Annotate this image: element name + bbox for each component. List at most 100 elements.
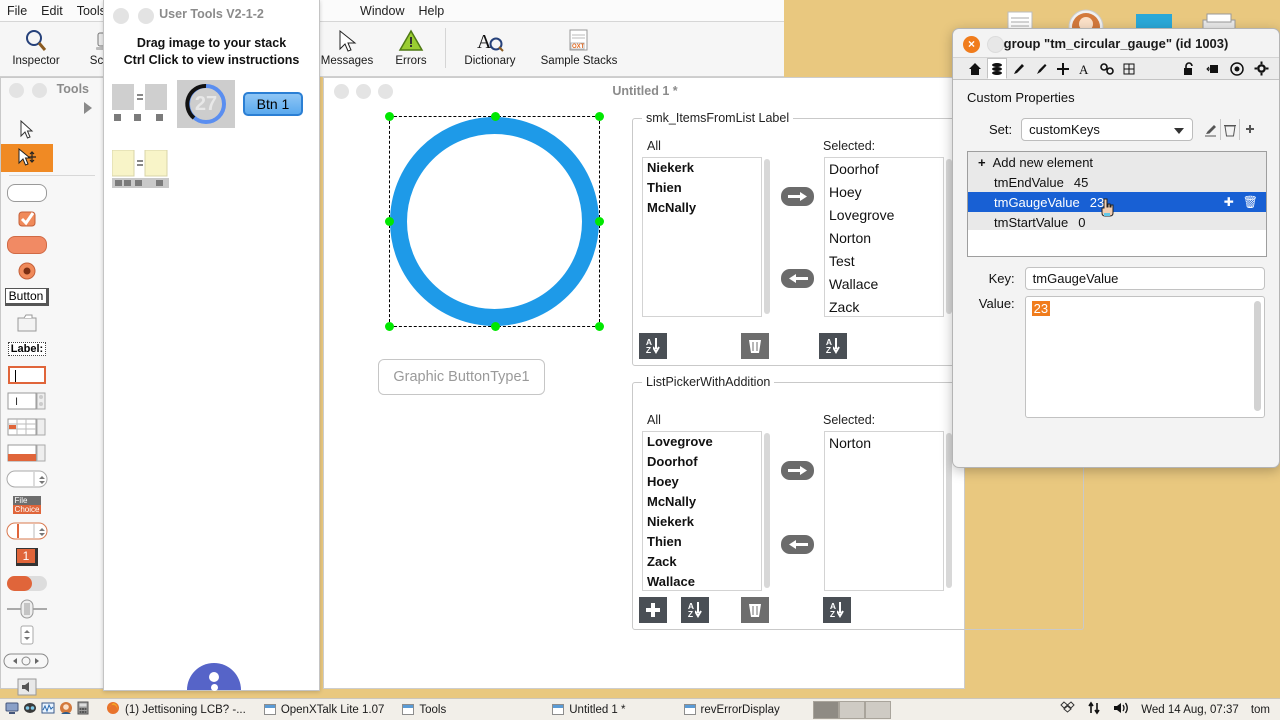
tab-home[interactable]	[965, 58, 985, 79]
volume-icon[interactable]	[1113, 701, 1129, 718]
user-tools-btn1[interactable]: Btn 1	[243, 92, 303, 116]
group1-move-left-button[interactable]	[781, 269, 814, 288]
camera-icon[interactable]	[23, 701, 37, 718]
group2-all-list[interactable]: Lovegrove Doorhof Hoey McNally Niekerk T…	[642, 431, 762, 591]
tool-pointer[interactable]	[1, 116, 53, 144]
tool-progress-field[interactable]	[1, 440, 53, 466]
taskbar-task-reverrordisplay[interactable]: revErrorDisplay	[675, 699, 789, 720]
tool-button[interactable]: Button	[1, 284, 53, 310]
tools-palette-dots[interactable]	[9, 83, 47, 98]
network-icon[interactable]	[1087, 701, 1101, 718]
tool-label[interactable]: Label:	[1, 336, 53, 362]
tool-edit-pointer[interactable]	[1, 144, 53, 172]
list-item[interactable]: Lovegrove	[825, 204, 943, 227]
group2-delete-button[interactable]	[741, 597, 769, 623]
tab-brush[interactable]	[1031, 58, 1051, 79]
group2-sort-left-button[interactable]: AZ	[681, 597, 709, 623]
group1-delete-button[interactable]	[741, 333, 769, 359]
tab-unlock[interactable]	[1179, 58, 1199, 79]
tab-move[interactable]	[1053, 58, 1073, 79]
group2-add-button[interactable]	[639, 597, 667, 623]
list-item[interactable]: Doorhof	[643, 452, 761, 472]
tool-player[interactable]	[1, 648, 53, 674]
menu-window[interactable]: Window	[360, 4, 404, 18]
monitor-graph-icon[interactable]	[41, 701, 55, 718]
tool-checkbox[interactable]	[1, 206, 53, 232]
user-tools-gauge-thumb[interactable]: 27	[177, 80, 235, 128]
tab-target[interactable]	[1227, 58, 1247, 79]
row-delete-icon[interactable]: 🗑	[1243, 195, 1258, 209]
group1-move-right-button[interactable]	[781, 187, 814, 206]
monitor-icon[interactable]	[5, 701, 19, 718]
tools-dot-1[interactable]	[9, 83, 24, 98]
list-item[interactable]: Hoey	[643, 472, 761, 492]
workspace-pager[interactable]	[812, 700, 891, 719]
tool-radio[interactable]	[1, 258, 53, 284]
menu-tools[interactable]: Tools	[77, 4, 106, 18]
set-combo[interactable]: customKeys	[1021, 118, 1194, 141]
taskbar-task-openxtalk[interactable]: OpenXTalk Lite 1.07	[255, 699, 394, 720]
tools-dot-2[interactable]	[32, 83, 47, 98]
set-delete-button[interactable]	[1221, 119, 1241, 140]
tool-combo[interactable]	[1, 466, 53, 492]
row-add-icon[interactable]: ✚	[1224, 195, 1234, 209]
handle-bottom-right[interactable]	[595, 322, 604, 331]
list-item[interactable]: Thien	[643, 532, 761, 552]
taskbar-task-firefox[interactable]: (1) Jettisoning LCB? -...	[97, 699, 255, 720]
tool-spinner[interactable]	[1, 622, 53, 648]
tool-tabpanel[interactable]	[1, 310, 53, 336]
handle-top-right[interactable]	[595, 112, 604, 121]
taskbar-task-untitled[interactable]: Untitled 1 *	[543, 699, 634, 720]
list-item[interactable]: Thien	[643, 178, 761, 198]
list-item[interactable]: Wallace	[643, 572, 761, 590]
menu-file[interactable]: File	[7, 4, 27, 18]
tab-align[interactable]	[1119, 58, 1139, 79]
group1-sort-left-button[interactable]: AZ	[639, 333, 667, 359]
menu-help[interactable]: Help	[419, 4, 445, 18]
calculator-icon[interactable]	[77, 701, 89, 718]
tools-expander-row[interactable]	[1, 102, 103, 116]
tool-textfield[interactable]	[1, 362, 53, 388]
list-item[interactable]: Doorhof	[825, 158, 943, 181]
handle-top-left[interactable]	[385, 112, 394, 121]
group1-all-list[interactable]: Niekerk Thien McNally	[642, 157, 762, 317]
tool-table-field[interactable]	[1, 414, 53, 440]
tab-gear[interactable]	[1251, 58, 1271, 79]
list-item[interactable]: Hoey	[825, 181, 943, 204]
group2-move-right-button[interactable]	[781, 461, 814, 480]
toolbar-sample-stacks[interactable]: OXT Sample Stacks	[530, 22, 628, 76]
list-item[interactable]: Wallace	[825, 273, 943, 296]
toolbar-errors[interactable]: Errors	[381, 22, 441, 76]
add-new-element-row[interactable]: + Add new element	[968, 152, 1266, 172]
tab-text[interactable]: A	[1075, 58, 1095, 79]
menu-edit[interactable]: Edit	[41, 4, 63, 18]
property-row-tmendvalue[interactable]: tmEndValue 45	[968, 172, 1266, 192]
handle-middle-left[interactable]	[385, 217, 394, 226]
taskbar-user[interactable]: tom	[1251, 704, 1270, 716]
chevron-right-icon[interactable]	[83, 102, 93, 114]
list-item[interactable]: Niekerk	[643, 512, 761, 532]
group1-selected-list[interactable]: Doorhof Hoey Lovegrove Norton Test Walla…	[824, 157, 944, 317]
list-item[interactable]: Test	[825, 250, 943, 273]
property-row-tmgaugevalue[interactable]: tmGaugeValue 23 ✚ 🗑	[968, 192, 1266, 212]
handle-bottom-left[interactable]	[385, 322, 394, 331]
handle-middle-right[interactable]	[595, 217, 604, 226]
graphic-buttontype1-label[interactable]: Graphic ButtonType1	[378, 359, 545, 395]
tool-scrolling-field[interactable]: I	[1, 388, 53, 414]
tool-audio[interactable]	[1, 674, 53, 700]
toolbar-messages[interactable]: Messages	[313, 22, 381, 76]
tab-settings[interactable]	[1097, 58, 1117, 79]
user-tools-person-thumb[interactable]	[187, 663, 241, 691]
group2-selected-list[interactable]: Norton	[824, 431, 944, 591]
tool-number-button[interactable]: 1	[1, 544, 53, 570]
set-edit-button[interactable]	[1202, 119, 1222, 140]
value-textarea[interactable]: 23	[1024, 296, 1265, 418]
list-item[interactable]: Norton	[825, 432, 943, 455]
toolbar-inspector[interactable]: Inspector	[0, 22, 72, 76]
user-tools-splitter-thumb[interactable]	[112, 84, 169, 124]
value-textarea-scrollbar[interactable]	[1254, 301, 1261, 411]
tab-export[interactable]	[1203, 58, 1223, 79]
workspace-2[interactable]	[838, 700, 865, 719]
list-item[interactable]: Niekerk	[643, 158, 761, 178]
avatar-icon[interactable]	[59, 701, 73, 718]
